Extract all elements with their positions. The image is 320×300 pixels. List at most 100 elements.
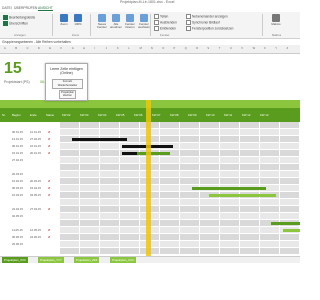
button-label: Fenster fixieren xyxy=(125,22,135,29)
column-letter: D xyxy=(37,47,40,50)
gantt-cell xyxy=(180,171,199,177)
gantt-cell xyxy=(220,122,239,128)
gantt-cell xyxy=(280,185,299,191)
checkbox-box[interactable] xyxy=(3,21,8,26)
gantt-cell xyxy=(180,164,199,170)
option-label: Fensterposition zurücksetzen xyxy=(192,26,234,31)
gantt-cell xyxy=(260,129,279,135)
ribbon-group-2: Fenster xyxy=(160,33,170,37)
gantt-cell xyxy=(280,213,299,219)
gantt-cell xyxy=(100,122,119,128)
gantt-cell xyxy=(200,248,219,254)
checkbox-label: Bearbeitungsleiste xyxy=(9,15,36,20)
row-status: Ø xyxy=(48,137,51,141)
gantt-cell xyxy=(180,199,199,205)
row-status: Ø xyxy=(48,228,51,232)
column-letter: A xyxy=(4,47,6,50)
gantt-cell xyxy=(120,122,139,128)
summary-number: 15 xyxy=(4,60,22,77)
column-letter: S xyxy=(207,47,210,50)
gantt-cell xyxy=(160,199,179,205)
ribbon-separator xyxy=(150,14,151,36)
view-checkbox-1[interactable]: Überschriften xyxy=(3,21,28,26)
gantt-bar xyxy=(283,228,300,232)
header-beginn: Beginn xyxy=(12,113,21,117)
window-option-0[interactable]: Teilen xyxy=(154,14,168,19)
window-option-5[interactable]: Fensterposition zurücksetzen xyxy=(186,26,233,31)
column-letter: K xyxy=(117,47,119,50)
column-letter: Y xyxy=(275,47,277,50)
gantt-cell xyxy=(220,129,239,135)
gantt-cell xyxy=(240,241,259,247)
row-status: Ø xyxy=(48,179,51,183)
gantt-cell xyxy=(240,220,259,226)
column-letter: P xyxy=(173,47,176,50)
gantt-cell xyxy=(100,171,119,177)
window-option-1[interactable]: Ausblenden xyxy=(154,20,177,25)
gantt-cell xyxy=(280,143,299,149)
gantt-cell xyxy=(260,150,279,156)
gantt-cell xyxy=(120,213,139,219)
gantt-cell xyxy=(240,234,259,240)
fenster-wechseln-button[interactable]: Fenster wechseln xyxy=(138,14,150,30)
gantt-cell xyxy=(260,171,279,177)
gantt-cell xyxy=(200,227,219,233)
neues-fenster-button[interactable]: Neues Fenster xyxy=(96,14,108,30)
gantt-cell xyxy=(160,220,179,226)
ribbon-tab-2[interactable]: ANSICHT xyxy=(38,6,53,11)
gantt-cell xyxy=(60,157,79,163)
ribbon-tab-1[interactable]: ÜBERPRÜFEN xyxy=(14,6,37,10)
gantt-cell xyxy=(240,213,259,219)
header-kw-03: KW 03 xyxy=(80,113,89,117)
option-icon xyxy=(154,26,159,31)
alle-anordnen-button[interactable]: Alle anordnen xyxy=(110,14,122,30)
makros-button[interactable]: Makros xyxy=(270,14,282,30)
gantt-cell xyxy=(260,199,279,205)
delete-plan-button[interactable]: Projektplan löschen xyxy=(59,90,76,99)
view-checkbox-0[interactable]: Bearbeitungsleiste xyxy=(3,15,35,20)
summary-label: Projektstart (PS) xyxy=(4,80,30,84)
gantt-cell xyxy=(60,234,79,240)
gantt-cell xyxy=(120,227,139,233)
fenster-fixieren-button[interactable]: Fenster fixieren xyxy=(124,14,136,30)
today-marker xyxy=(146,100,151,256)
gantt-cell xyxy=(120,192,139,198)
gantt-cell xyxy=(180,192,199,198)
gantt-cell xyxy=(260,227,279,233)
gantt-cell xyxy=(220,213,239,219)
gantt-cell xyxy=(280,122,299,128)
gantt-cell xyxy=(100,185,119,191)
gantt-cell xyxy=(160,241,179,247)
row-end: 12.01.15 xyxy=(30,130,41,134)
gantt-cell xyxy=(260,178,279,184)
status-area xyxy=(0,263,300,300)
window-option-2[interactable]: Einblenden xyxy=(154,26,176,31)
100--button[interactable]: 100% xyxy=(72,14,84,30)
gantt-cell xyxy=(180,157,199,163)
gantt-cell xyxy=(160,234,179,240)
gantt-cell xyxy=(240,206,259,212)
restore-formulas-button[interactable]: Formeln Wiederherstellen xyxy=(52,79,83,89)
window-option-4[interactable]: Synchroner Bildlauf xyxy=(186,20,220,25)
gantt-cell xyxy=(180,129,199,135)
gantt-cell xyxy=(240,157,259,163)
window-option-3[interactable]: Nebeneinander anzeigen xyxy=(186,14,228,19)
row-end: 12.05.15 xyxy=(30,228,41,232)
checkbox-box[interactable] xyxy=(3,15,8,20)
column-letter: V xyxy=(241,47,244,50)
gantt-cell xyxy=(180,241,199,247)
row-start: 06.06.15 xyxy=(12,235,23,239)
zoom-button[interactable]: Zoom xyxy=(58,14,70,30)
gantt-cell xyxy=(220,178,239,184)
column-letter: O xyxy=(162,47,165,50)
gantt-cell xyxy=(100,241,119,247)
insert-row-popup: Leere Zeile einfügen (Online) Formeln Wi… xyxy=(45,63,88,101)
gantt-cell xyxy=(80,234,99,240)
gantt-cell xyxy=(280,164,299,170)
fenster-wechseln-icon xyxy=(140,14,148,22)
ribbon-tab-0[interactable]: DATEI xyxy=(2,6,12,10)
gantt-cell xyxy=(80,192,99,198)
gantt-cell xyxy=(100,129,119,135)
row-status: Ø xyxy=(48,144,51,148)
row-status: Ø xyxy=(48,186,51,190)
